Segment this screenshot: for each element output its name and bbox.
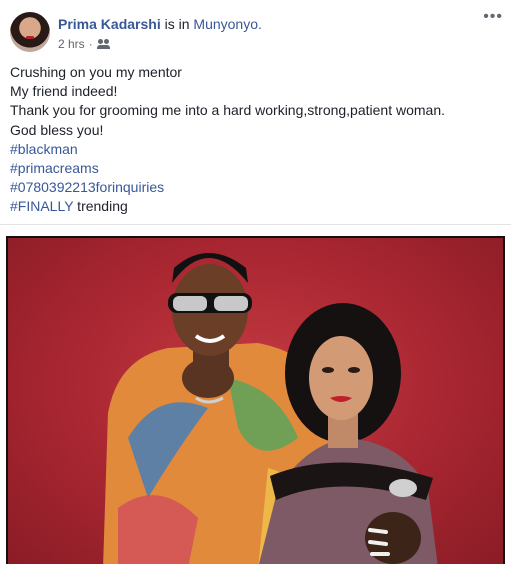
- location-link[interactable]: Munyonyo.: [193, 16, 261, 32]
- post-photo[interactable]: [6, 236, 505, 564]
- photo-illustration: [103, 253, 438, 564]
- more-options-icon[interactable]: •••: [483, 8, 503, 26]
- author-avatar[interactable]: [10, 12, 50, 52]
- meta-separator: ·: [88, 37, 93, 51]
- post-line: Thank you for grooming me into a hard wo…: [10, 102, 446, 119]
- hashtag-link[interactable]: #blackman: [10, 141, 78, 157]
- post-body: Crushing on you my mentor My friend inde…: [10, 63, 445, 217]
- friends-icon[interactable]: [96, 39, 111, 49]
- divider: [0, 224, 511, 225]
- trending-text: trending: [73, 198, 128, 215]
- is-in-text: is in: [160, 16, 194, 32]
- post-line: My friend indeed!: [10, 83, 118, 100]
- hashtag-link[interactable]: #0780392213forinquiries: [10, 179, 164, 195]
- post-title-line: Prima Kadarshi is in Munyonyo.: [58, 16, 262, 32]
- hashtag-link[interactable]: #primacreams: [10, 160, 99, 176]
- post-header: Prima Kadarshi is in Munyonyo. 2 hrs ·: [10, 12, 511, 56]
- post-meta: 2 hrs ·: [58, 37, 111, 51]
- post-line: God bless you!: [10, 121, 104, 138]
- post-line: Crushing on you my mentor: [10, 64, 182, 80]
- hashtag-link[interactable]: #FINALLY: [10, 198, 73, 214]
- timestamp[interactable]: 2 hrs: [58, 37, 85, 51]
- author-name[interactable]: Prima Kadarshi: [58, 16, 161, 32]
- facebook-post: Prima Kadarshi is in Munyonyo. 2 hrs · •…: [0, 0, 511, 564]
